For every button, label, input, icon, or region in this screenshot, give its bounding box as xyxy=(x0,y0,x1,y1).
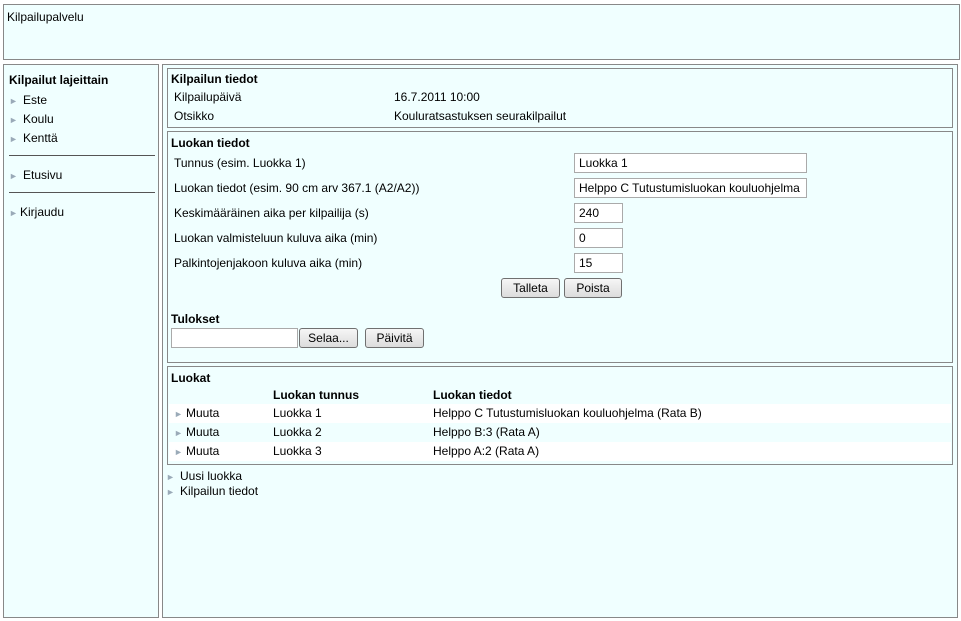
class-id-cell: Luokka 2 xyxy=(273,425,322,439)
sidebar-item-label: Koulu xyxy=(23,112,54,126)
edit-link[interactable]: ► Muuta xyxy=(174,406,219,420)
edit-link[interactable]: ► Muuta xyxy=(174,425,219,439)
results-file-input[interactable] xyxy=(171,328,298,348)
class-id-input[interactable] xyxy=(574,153,807,173)
header-panel: Kilpailupalvelu xyxy=(3,4,960,60)
competition-info-box: Kilpailun tiedot Kilpailupäivä 16.7.2011… xyxy=(167,68,953,128)
delete-button[interactable]: Poista xyxy=(564,278,622,298)
sidebar-item-label: Este xyxy=(23,93,48,107)
sidebar-heading: Kilpailut lajeittain xyxy=(9,73,109,87)
competition-info-heading: Kilpailun tiedot xyxy=(171,72,258,86)
arrow-right-icon: ► xyxy=(9,171,18,181)
column-header-id: Luokan tunnus xyxy=(273,388,359,402)
class-id-cell: Luokka 3 xyxy=(273,444,322,458)
site-title: Kilpailupalvelu xyxy=(7,10,84,24)
column-header-info: Luokan tiedot xyxy=(433,388,512,402)
arrow-right-icon: ► xyxy=(9,96,18,106)
field-label-id: Tunnus (esim. Luokka 1) xyxy=(174,156,306,170)
avg-time-input[interactable] xyxy=(574,203,623,223)
class-info-cell: Helppo C Tutustumisluokan kouluohjelma (… xyxy=(433,406,702,420)
arrow-right-icon: ► xyxy=(174,428,183,438)
sidebar-item-este[interactable]: ► Este xyxy=(9,93,47,107)
class-info-cell: Helppo B:3 (Rata A) xyxy=(433,425,540,439)
class-id-cell: Luokka 1 xyxy=(273,406,322,420)
table-row: ► Muuta Luokka 3 Helppo A:2 (Rata A) xyxy=(169,442,951,461)
new-class-link[interactable]: ► Uusi luokka xyxy=(166,469,242,483)
prep-time-input[interactable] xyxy=(574,228,623,248)
field-label-avg-time: Keskimääräinen aika per kilpailija (s) xyxy=(174,206,369,220)
main-panel: Kilpailun tiedot Kilpailupäivä 16.7.2011… xyxy=(162,64,958,618)
edit-link[interactable]: ► Muuta xyxy=(174,444,219,458)
classes-box: Luokat Luokan tunnus Luokan tiedot ► Muut… xyxy=(167,366,953,465)
competition-date-label: Kilpailupäivä xyxy=(174,90,242,104)
competition-date-value: 16.7.2011 10:00 xyxy=(394,90,480,104)
field-label-prep-time: Luokan valmisteluun kuluva aika (min) xyxy=(174,231,378,245)
arrow-right-icon: ► xyxy=(174,409,183,419)
class-info-input[interactable] xyxy=(574,178,807,198)
sidebar-item-label: Kirjaudu xyxy=(20,205,65,219)
arrow-right-icon: ► xyxy=(174,447,183,457)
class-info-cell: Helppo A:2 (Rata A) xyxy=(433,444,540,458)
sidebar-divider xyxy=(9,155,155,156)
update-button[interactable]: Päivitä xyxy=(365,328,424,348)
sidebar-item-kentta[interactable]: ► Kenttä xyxy=(9,131,58,145)
competition-title-label: Otsikko xyxy=(174,109,215,123)
arrow-right-icon: ► xyxy=(9,208,18,218)
field-label-award-time: Palkintojenjakoon kuluva aika (min) xyxy=(174,256,363,270)
arrow-right-icon: ► xyxy=(166,472,175,482)
sidebar: Kilpailut lajeittain ► Este ► Koulu ► Kentt… xyxy=(3,64,159,618)
sidebar-item-label: Kenttä xyxy=(23,131,58,145)
sidebar-divider xyxy=(9,192,155,193)
browse-button[interactable]: Selaa... xyxy=(299,328,358,348)
save-button[interactable]: Talleta xyxy=(501,278,560,298)
class-form-heading: Luokan tiedot xyxy=(171,136,250,150)
award-time-input[interactable] xyxy=(574,253,623,273)
sidebar-item-koulu[interactable]: ► Koulu xyxy=(9,112,54,126)
table-row: ► Muuta Luokka 1 Helppo C Tutustumisluoka… xyxy=(169,404,951,423)
sidebar-item-etusivu[interactable]: ► Etusivu xyxy=(9,168,62,182)
results-heading: Tulokset xyxy=(171,312,220,326)
classes-heading: Luokat xyxy=(171,371,211,385)
field-label-info: Luokan tiedot (esim. 90 cm arv 367.1 (A2… xyxy=(174,181,420,195)
arrow-right-icon: ► xyxy=(9,134,18,144)
class-form-box: Luokan tiedot Tunnus (esim. Luokka 1) Lu… xyxy=(167,131,953,363)
sidebar-item-label: Etusivu xyxy=(23,168,63,182)
competition-title-value: Kouluratsastuksen seurakilpailut xyxy=(394,109,567,123)
competition-info-link[interactable]: ► Kilpailun tiedot xyxy=(166,484,258,498)
sidebar-item-kirjaudu[interactable]: ► Kirjaudu xyxy=(9,205,64,219)
arrow-right-icon: ► xyxy=(9,115,18,125)
table-row: ► Muuta Luokka 2 Helppo B:3 (Rata A) xyxy=(169,423,951,442)
arrow-right-icon: ► xyxy=(166,487,175,497)
